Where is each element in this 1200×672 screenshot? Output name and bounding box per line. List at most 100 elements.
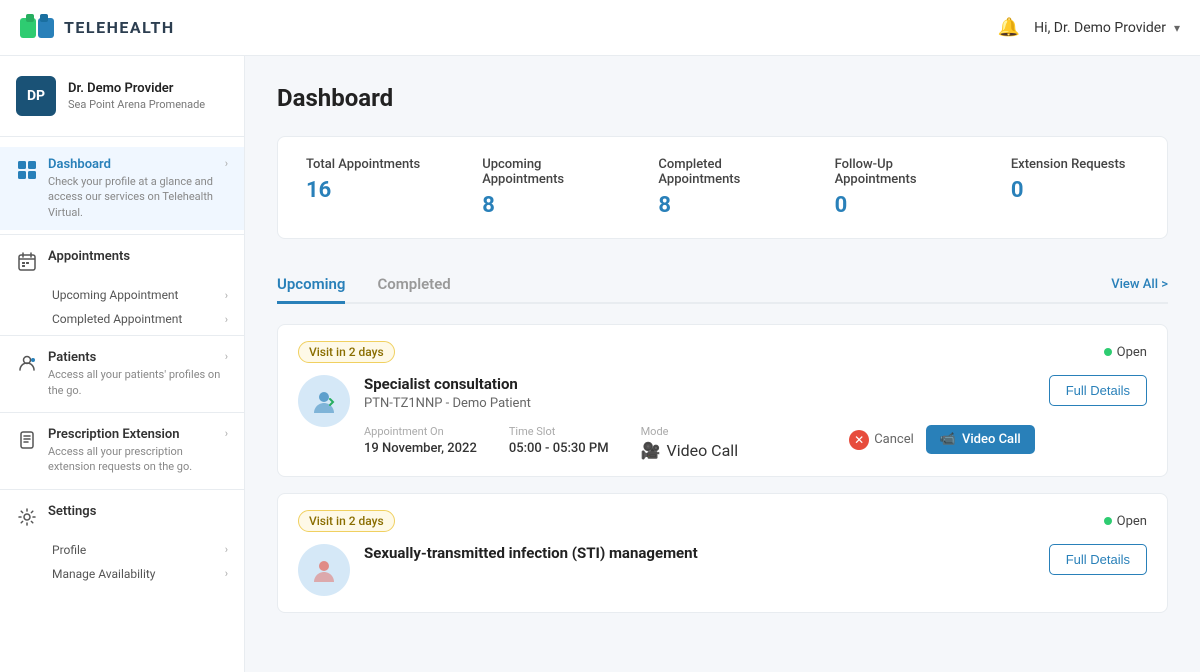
appt-image-1 xyxy=(298,375,350,427)
appt-actions-1: ✕ Cancel 📹 Video Call xyxy=(849,425,1035,454)
appt-title-1: Specialist consultation xyxy=(364,375,1035,393)
sidebar-item-settings[interactable]: Settings xyxy=(0,494,244,538)
user-menu[interactable]: 🔔 Hi, Dr. Demo Provider ▾ xyxy=(998,17,1180,38)
meta-appt-on: Appointment On 19 November, 2022 xyxy=(364,425,477,456)
appt-header-1: Visit in 2 days Open xyxy=(298,341,1147,363)
full-details-button-2[interactable]: Full Details xyxy=(1049,544,1147,575)
dashboard-chevron-icon: › xyxy=(225,157,228,170)
mode-value: 🎥 Video Call xyxy=(641,441,739,460)
availability-chevron-icon: › xyxy=(225,567,228,580)
stats-row: Total Appointments 16 Upcoming Appointme… xyxy=(277,136,1168,239)
tab-completed[interactable]: Completed xyxy=(377,267,450,304)
stat-followup-value: 0 xyxy=(835,193,963,218)
sidebar-subitem-profile[interactable]: Profile › xyxy=(52,538,228,562)
divider2 xyxy=(0,335,244,336)
patients-chevron-icon: › xyxy=(225,350,228,363)
video-icon: 🎥 xyxy=(641,441,661,460)
avatar: DP xyxy=(16,76,56,116)
appointments-subitems: Upcoming Appointment › Completed Appoint… xyxy=(0,283,244,331)
appt-on-label: Appointment On xyxy=(364,425,477,438)
time-slot-label: Time Slot xyxy=(509,425,609,438)
sidebar-subitem-manage-availability[interactable]: Manage Availability › xyxy=(52,562,228,586)
visit-badge-2: Visit in 2 days xyxy=(298,510,395,532)
view-all-link[interactable]: View All > xyxy=(1111,277,1168,292)
visit-badge-1: Visit in 2 days xyxy=(298,341,395,363)
open-dot-icon-2 xyxy=(1104,517,1112,525)
profile-chevron-icon: › xyxy=(225,543,228,556)
sidebar-item-patients[interactable]: Patients Access all your patients' profi… xyxy=(0,340,244,408)
cancel-label-1: Cancel xyxy=(874,432,914,447)
cancel-button-1[interactable]: ✕ Cancel xyxy=(849,430,914,450)
video-call-button-1[interactable]: 📹 Video Call xyxy=(926,425,1035,454)
stat-extension-value: 0 xyxy=(1011,178,1139,203)
stat-total-value: 16 xyxy=(306,178,434,203)
sidebar-subitem-completed-appointment[interactable]: Completed Appointment › xyxy=(52,307,228,331)
settings-nav-content: Settings xyxy=(48,504,228,519)
sidebar: DP Dr. Demo Provider Sea Point Arena Pro… xyxy=(0,56,245,672)
chevron-down-icon: ▾ xyxy=(1174,21,1180,35)
settings-nav-label: Settings xyxy=(48,504,228,519)
sidebar-profile: DP Dr. Demo Provider Sea Point Arena Pro… xyxy=(0,56,244,137)
video-call-icon: 📹 xyxy=(940,432,956,447)
sidebar-item-appointments[interactable]: Appointments xyxy=(0,239,244,283)
telehealth-logo-icon xyxy=(20,14,56,42)
video-call-label-1: Video Call xyxy=(962,432,1021,447)
full-details-button-1[interactable]: Full Details xyxy=(1049,375,1147,406)
top-nav: TELEHEALTH 🔔 Hi, Dr. Demo Provider ▾ xyxy=(0,0,1200,56)
time-slot-value: 05:00 - 05:30 PM xyxy=(509,441,609,456)
mode-text: Video Call xyxy=(667,441,739,460)
prescription-nav-content: Prescription Extension Access all your p… xyxy=(48,427,225,475)
appointments-nav-label: Appointments xyxy=(48,249,228,264)
appointments-nav-content: Appointments xyxy=(48,249,228,264)
logo-text: TELEHEALTH xyxy=(64,18,175,37)
main-content: Dashboard Total Appointments 16 Upcoming… xyxy=(245,56,1200,672)
dashboard-icon xyxy=(16,159,38,181)
divider4 xyxy=(0,489,244,490)
stat-completed-appointments: Completed Appointments 8 xyxy=(658,157,786,218)
open-label-1: Open xyxy=(1117,345,1147,360)
tab-upcoming[interactable]: Upcoming xyxy=(277,267,345,304)
dashboard-nav-label: Dashboard xyxy=(48,157,225,172)
status-badge-2: Open xyxy=(1104,514,1147,529)
notification-bell-icon[interactable]: 🔔 xyxy=(998,17,1020,38)
appointment-card-2: Visit in 2 days Open Sexually-transmitte… xyxy=(277,493,1168,613)
stat-completed-value: 8 xyxy=(658,193,786,218)
appt-patient-1: PTN-TZ1NNP - Demo Patient xyxy=(364,396,1035,411)
appointment-card-1: Visit in 2 days Open Specialist consulta… xyxy=(277,324,1168,477)
divider xyxy=(0,234,244,235)
stat-followup-appointments: Follow-Up Appointments 0 xyxy=(835,157,963,218)
sidebar-item-prescription[interactable]: Prescription Extension Access all your p… xyxy=(0,417,244,485)
tabs-row: Upcoming Completed View All > xyxy=(277,267,1168,304)
open-dot-icon xyxy=(1104,348,1112,356)
prescription-chevron-icon: › xyxy=(225,427,228,440)
appt-image-2 xyxy=(298,544,350,596)
upcoming-chevron-icon: › xyxy=(225,289,228,302)
patients-nav-desc: Access all your patients' profiles on th… xyxy=(48,367,225,398)
logo[interactable]: TELEHEALTH xyxy=(20,14,175,42)
settings-icon xyxy=(16,506,38,528)
stat-followup-label: Follow-Up Appointments xyxy=(835,157,963,187)
profile-info: Dr. Demo Provider Sea Point Arena Promen… xyxy=(68,81,228,111)
profile-location: Sea Point Arena Promenade xyxy=(68,98,228,111)
user-greeting-text: Hi, Dr. Demo Provider xyxy=(1034,20,1166,36)
sidebar-subitem-upcoming-appointment[interactable]: Upcoming Appointment › xyxy=(52,283,228,307)
dashboard-nav-desc: Check your profile at a glance and acces… xyxy=(48,174,225,220)
stat-extension-requests: Extension Requests 0 xyxy=(1011,157,1139,218)
completed-chevron-icon: › xyxy=(225,313,228,326)
appt-info-2: Sexually-transmitted infection (STI) man… xyxy=(364,544,1035,565)
patients-nav-content: Patients Access all your patients' profi… xyxy=(48,350,225,398)
divider3 xyxy=(0,412,244,413)
page-title: Dashboard xyxy=(277,84,1168,112)
open-label-2: Open xyxy=(1117,514,1147,529)
prescription-nav-desc: Access all your prescription extension r… xyxy=(48,444,225,475)
stat-upcoming-value: 8 xyxy=(482,193,610,218)
sidebar-item-dashboard[interactable]: Dashboard Check your profile at a glance… xyxy=(0,147,244,230)
stat-extension-label: Extension Requests xyxy=(1011,157,1139,172)
appt-body-1: Specialist consultation PTN-TZ1NNP - Dem… xyxy=(298,375,1147,460)
stat-total-appointments: Total Appointments 16 xyxy=(306,157,434,218)
meta-time-slot: Time Slot 05:00 - 05:30 PM xyxy=(509,425,609,456)
settings-subitems: Profile › Manage Availability › xyxy=(0,538,244,586)
stat-completed-label: Completed Appointments xyxy=(658,157,786,187)
stat-upcoming-appointments: Upcoming Appointments 8 xyxy=(482,157,610,218)
mode-label: Mode xyxy=(641,425,739,438)
